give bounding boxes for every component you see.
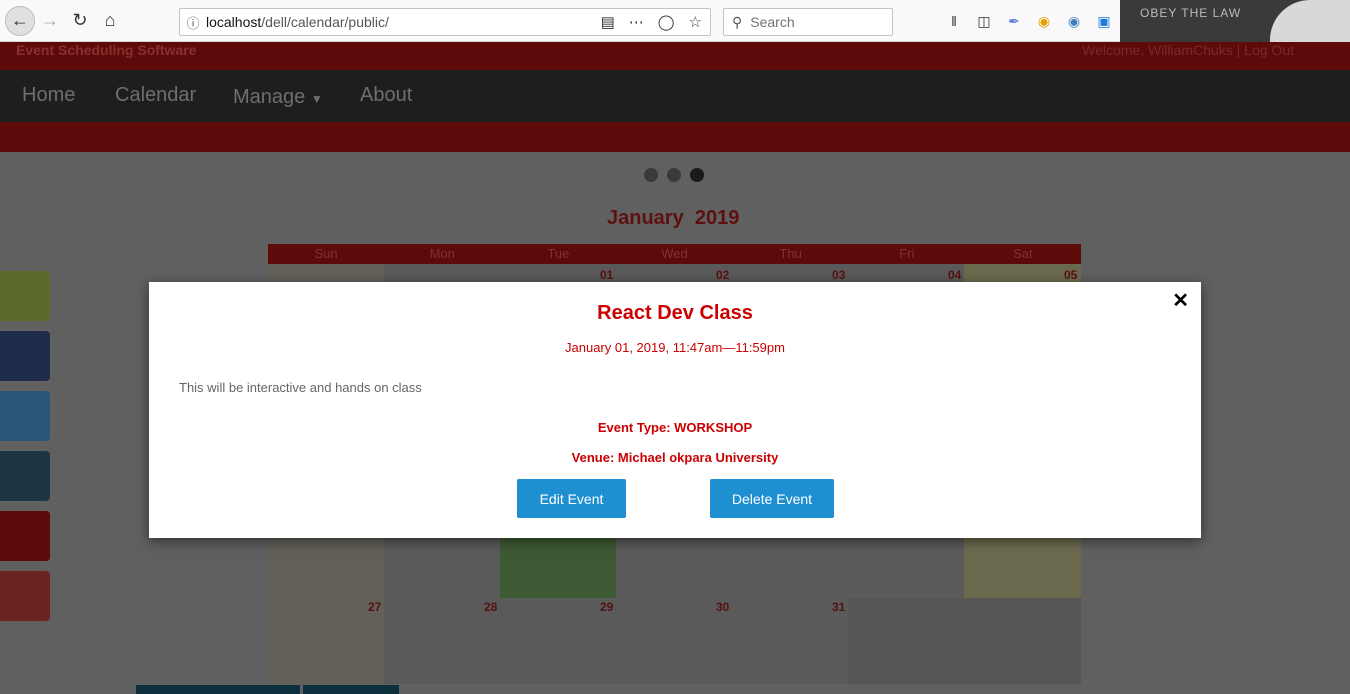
search-input[interactable]: ⚲ Search [723, 8, 893, 36]
edit-event-button[interactable]: Edit Event [517, 479, 626, 518]
library-icon[interactable]: ‖ [945, 12, 963, 30]
event-type: Event Type: WORKSHOP [597, 420, 753, 435]
youtube-icon[interactable] [0, 511, 50, 561]
twitter-icon[interactable] [0, 391, 50, 441]
weekday-label: Sat [1013, 246, 1033, 261]
page-actions-icon[interactable]: ⋯ [629, 13, 644, 31]
owl-extension-icon[interactable]: ◉ [1065, 12, 1083, 30]
weekday-label: Sun [314, 246, 338, 261]
calendar-weekday-header: Sun Mon Tue Wed Thu Fri Sat [268, 244, 1081, 264]
day-number[interactable]: 28 [484, 600, 497, 614]
sidebar-icon[interactable]: ◫ [975, 12, 993, 30]
carousel-dot[interactable] [667, 168, 681, 182]
fi-extension-icon[interactable]: ▣ [1095, 12, 1113, 30]
search-placeholder: Search [750, 14, 795, 30]
browser-extension-icons: ‖ ◫ ✒ ◉ ◉ ▣ [945, 12, 1113, 30]
day-number[interactable]: 02 [716, 268, 729, 282]
eyedropper-icon[interactable]: ✒ [1005, 12, 1023, 30]
event-title: React Dev Class [597, 302, 753, 324]
footer-button[interactable] [303, 685, 399, 694]
main-nav: Home Calendar Manage ▼ About [0, 70, 1350, 122]
weekday-label: Wed [661, 246, 688, 261]
nav-manage-label: Manage [233, 86, 306, 108]
event-description: This will be interactive and hands on cl… [179, 380, 422, 395]
footer-button[interactable] [136, 685, 300, 694]
day-number[interactable]: 30 [716, 600, 729, 614]
event-venue: Venue: Michael okpara University [571, 450, 779, 465]
back-arrow-icon[interactable]: ← [5, 5, 35, 36]
weekday-label: Tue [547, 246, 570, 261]
welcome-text[interactable]: Welcome, WilliamChuks | Log Out [1082, 42, 1294, 58]
pocket-icon[interactable]: ◯ [658, 13, 675, 31]
carousel-dot-active[interactable] [690, 168, 704, 182]
carousel-indicators [644, 168, 704, 182]
day-number[interactable]: 01 [600, 268, 613, 282]
android-icon[interactable] [0, 271, 50, 321]
hero-band [0, 122, 1350, 152]
nav-about[interactable]: About [360, 84, 412, 107]
site-info-icon[interactable]: ⓘ [180, 13, 206, 32]
calendar-event-cell[interactable] [500, 538, 616, 598]
ip-extension-icon[interactable]: ◉ [1035, 12, 1053, 30]
reload-icon[interactable]: ↻ [65, 6, 95, 36]
calendar-month-title: January 2019 [607, 207, 739, 230]
chevron-down-icon: ▼ [310, 92, 323, 106]
url-path: /dell/calendar/public/ [261, 14, 389, 30]
google-plus-icon[interactable] [0, 571, 50, 621]
address-bar[interactable]: ⓘ localhost/dell/calendar/public/ ▤ ⋯ ◯ … [179, 8, 711, 36]
day-number[interactable]: 29 [600, 600, 613, 614]
day-number[interactable]: 03 [832, 268, 845, 282]
mask-icon [1270, 0, 1350, 42]
event-datetime: January 01, 2019, 11:47am—11:59pm [565, 340, 785, 355]
day-number[interactable]: 04 [948, 268, 961, 282]
browser-toolbar: ← → ↻ ⌂ ⓘ localhost/dell/calendar/public… [0, 0, 1350, 42]
event-details-modal: ✕ React Dev Class January 01, 2019, 11:4… [149, 282, 1201, 538]
weekday-label: Thu [779, 246, 802, 261]
month-name: January [607, 207, 684, 229]
weekday-label: Mon [429, 246, 455, 261]
bookmark-star-icon[interactable]: ☆ [689, 13, 702, 31]
day-number[interactable]: 05 [1064, 268, 1077, 282]
site-brand: Event Scheduling Software [16, 42, 197, 58]
facebook-icon[interactable] [0, 331, 50, 381]
theme-banner: OBEY THE LAW [1120, 0, 1350, 42]
instagram-icon[interactable] [0, 451, 50, 501]
home-icon[interactable]: ⌂ [95, 6, 125, 36]
weekday-label: Fri [899, 246, 915, 261]
url-host: localhost [206, 14, 262, 30]
nav-manage[interactable]: Manage ▼ [233, 86, 323, 109]
search-icon: ⚲ [732, 13, 743, 30]
month-year: 2019 [694, 207, 740, 229]
day-number[interactable]: 31 [832, 600, 845, 614]
calendar-empty-cell [848, 598, 1081, 684]
nav-calendar[interactable]: Calendar [115, 84, 196, 107]
nav-home[interactable]: Home [22, 84, 75, 107]
carousel-dot[interactable] [644, 168, 658, 182]
delete-event-button[interactable]: Delete Event [710, 479, 834, 518]
forward-arrow-icon[interactable]: → [35, 6, 65, 36]
reader-view-icon[interactable]: ▤ [601, 13, 615, 31]
day-number[interactable]: 27 [368, 600, 381, 614]
site-header: Event Scheduling Software Welcome, Willi… [0, 42, 1350, 70]
